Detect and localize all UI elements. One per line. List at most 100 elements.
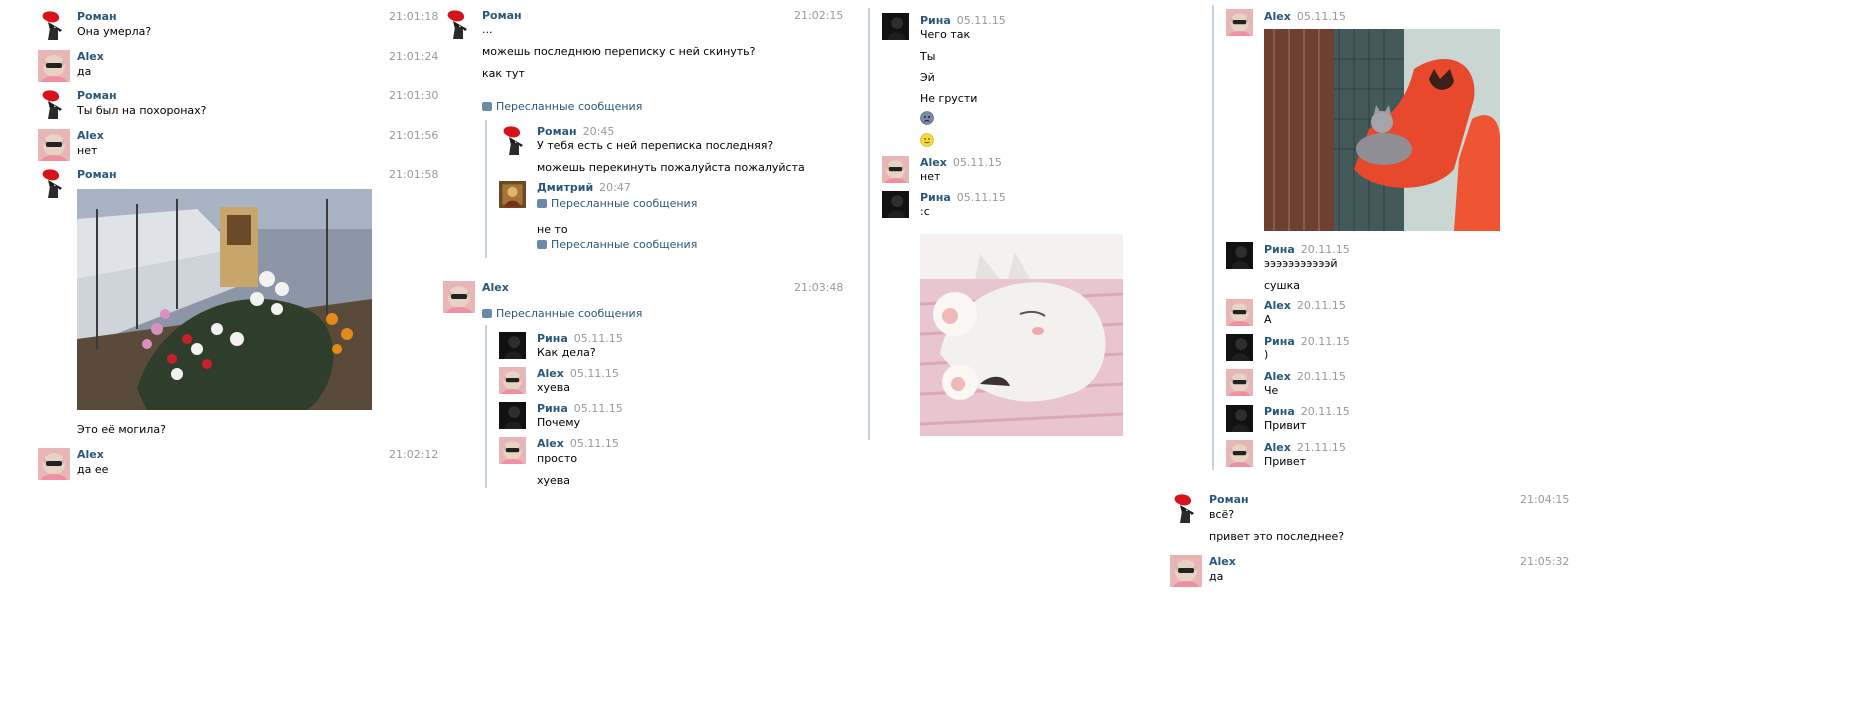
message-time[interactable]: 21:03:48 <box>794 281 843 294</box>
cat-on-chair-photo[interactable] <box>1264 29 1500 231</box>
avatar[interactable] <box>1170 555 1202 587</box>
avatar[interactable] <box>1226 299 1253 326</box>
message-time[interactable]: 21:04:15 <box>1520 493 1569 506</box>
avatar[interactable] <box>499 125 531 157</box>
avatar[interactable] <box>499 437 526 464</box>
forwarded-label: Пересланные сообщения <box>551 238 698 251</box>
author-name[interactable]: Роман 20:45 <box>537 125 614 138</box>
author-name[interactable]: Роман <box>77 168 117 181</box>
grave-photo[interactable] <box>77 189 372 410</box>
author-name[interactable]: Рина 20.11.15 <box>1264 335 1350 348</box>
author-name-text[interactable]: Alex <box>537 437 564 450</box>
message-time[interactable]: 21:02:12 <box>389 448 438 461</box>
avatar[interactable] <box>1226 369 1253 396</box>
author-name[interactable]: Рина 05.11.15 <box>537 332 623 345</box>
forwarded-messages-link[interactable]: Пересланные сообщения <box>482 307 642 320</box>
avatar[interactable] <box>499 402 526 429</box>
author-name-text[interactable]: Alex <box>1264 441 1291 454</box>
message-time[interactable]: 21:01:58 <box>389 168 438 181</box>
avatar[interactable] <box>1170 493 1202 525</box>
avatar[interactable] <box>38 168 70 200</box>
author-name[interactable]: Alex 05.11.15 <box>537 437 619 450</box>
author-name-text[interactable]: Рина <box>1264 405 1295 418</box>
avatar[interactable] <box>1226 440 1253 467</box>
avatar[interactable] <box>1226 334 1253 361</box>
author-name[interactable]: Alex 20.11.15 <box>1264 299 1346 312</box>
message-time[interactable]: 21:01:56 <box>389 129 438 142</box>
smile-emoji-icon <box>920 133 934 147</box>
forwarded-messages-link[interactable]: Пересланные сообщения <box>537 238 697 251</box>
avatar[interactable] <box>38 50 70 82</box>
author-name[interactable]: Рина 20.11.15 <box>1264 405 1350 418</box>
author-name[interactable]: Роман <box>1209 493 1249 506</box>
avatar[interactable] <box>38 89 70 121</box>
message-time[interactable]: 21:02:15 <box>794 9 843 22</box>
author-name[interactable]: Роман <box>482 9 522 22</box>
author-name-text[interactable]: Роман <box>537 125 577 138</box>
avatar[interactable] <box>443 281 475 313</box>
avatar[interactable] <box>499 367 526 394</box>
avatar[interactable] <box>1226 9 1253 36</box>
author-name-text[interactable]: Дмитрий <box>537 181 593 194</box>
author-name[interactable]: Alex 05.11.15 <box>537 367 619 380</box>
avatar[interactable] <box>1226 242 1253 269</box>
author-name-text[interactable]: Рина <box>920 191 951 204</box>
author-name[interactable]: Alex <box>77 129 104 142</box>
author-name-text[interactable]: Alex <box>1264 299 1291 312</box>
author-name[interactable]: Роман <box>77 10 117 23</box>
author-name-text[interactable]: Рина <box>1264 243 1295 256</box>
author-name-text[interactable]: Alex <box>537 367 564 380</box>
avatar[interactable] <box>443 9 475 41</box>
avatar[interactable] <box>499 181 526 208</box>
message-time[interactable]: 21:05:32 <box>1520 555 1569 568</box>
author-name[interactable]: Роман <box>77 89 117 102</box>
message-text: Она умерла? <box>77 25 152 38</box>
author-name[interactable]: Рина 05.11.15 <box>920 14 1006 27</box>
author-name[interactable]: Дмитрий 20:47 <box>537 181 631 194</box>
author-name[interactable]: Alex 05.11.15 <box>1264 10 1346 23</box>
forwarded-messages-link[interactable]: Пересланные сообщения <box>482 100 642 113</box>
author-name[interactable]: Рина 05.11.15 <box>920 191 1006 204</box>
author-name[interactable]: Alex <box>482 281 509 294</box>
message-text: можешь перекинуть пожалуйста пожалуйста <box>537 161 805 174</box>
author-name[interactable]: Alex 20.11.15 <box>1264 370 1346 383</box>
author-name-text[interactable]: Рина <box>537 332 568 345</box>
author-name[interactable]: Alex 05.11.15 <box>920 156 1002 169</box>
avatar[interactable] <box>882 13 909 40</box>
avatar[interactable] <box>38 448 70 480</box>
message-time[interactable]: 21:01:24 <box>389 50 438 63</box>
message-time[interactable]: 21:01:30 <box>389 89 438 102</box>
message-time[interactable]: 21:01:18 <box>389 10 438 23</box>
author-name[interactable]: Alex 21.11.15 <box>1264 441 1346 454</box>
avatar[interactable] <box>38 129 70 161</box>
avatar[interactable] <box>499 332 526 359</box>
message-date: 20.11.15 <box>1300 405 1350 418</box>
author-name[interactable]: Alex <box>77 448 104 461</box>
author-name[interactable]: Рина 20.11.15 <box>1264 243 1350 256</box>
avatar[interactable] <box>1226 405 1253 432</box>
message-text: не то <box>537 223 568 236</box>
avatar[interactable] <box>38 10 70 42</box>
message-text: Че <box>1264 384 1279 397</box>
author-name-text[interactable]: Alex <box>920 156 947 169</box>
message-text: привет это последнее? <box>1209 530 1345 543</box>
author-name[interactable]: Рина 05.11.15 <box>537 402 623 415</box>
author-name[interactable]: Alex <box>1209 555 1236 568</box>
forwarded-label: Пересланные сообщения <box>551 197 698 210</box>
author-name[interactable]: Alex <box>77 50 104 63</box>
forwarded-label: Пересланные сообщения <box>496 307 643 320</box>
author-name-text[interactable]: Alex <box>1264 370 1291 383</box>
avatar[interactable] <box>882 191 909 218</box>
photo-caption: Это её могила? <box>77 423 166 436</box>
author-name-text[interactable]: Рина <box>920 14 951 27</box>
message-date: 20.11.15 <box>1300 243 1350 256</box>
sleeping-kitten-photo[interactable] <box>920 234 1123 436</box>
forwarded-messages-link[interactable]: Пересланные сообщения <box>537 197 697 210</box>
message-date: 05.11.15 <box>569 437 619 450</box>
author-name-text[interactable]: Рина <box>537 402 568 415</box>
message-text: Привет <box>1264 455 1307 468</box>
avatar[interactable] <box>882 156 909 183</box>
message-text: Не грусти <box>920 92 978 105</box>
author-name-text[interactable]: Alex <box>1264 10 1291 23</box>
author-name-text[interactable]: Рина <box>1264 335 1295 348</box>
